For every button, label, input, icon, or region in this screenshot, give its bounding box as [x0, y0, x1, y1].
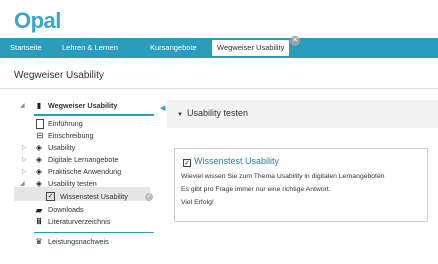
test-card: ✓ Wissenstest Usability Wieviel wissen Si…: [174, 148, 428, 222]
layers-icon: ◈: [35, 179, 43, 188]
layers-icon: ◈: [35, 167, 43, 176]
tree-item-label: Downloads: [48, 205, 84, 214]
page-title: Wegweiser Usability: [14, 70, 104, 81]
checkbox-icon: ✓: [46, 192, 55, 201]
expand-triangle-icon[interactable]: ◢: [20, 100, 25, 112]
tree-item-label: Leistungsnachweis: [48, 237, 109, 246]
content-heading-bar: ▼ Usability testen: [167, 100, 438, 128]
test-description-line: Es gibt pro Frage immer nur eine richtig…: [181, 186, 331, 193]
content-heading-text: Usability testen: [186, 108, 248, 118]
tree-item-label: Digitale Lernangebote: [48, 155, 119, 164]
collapsed-triangle-icon[interactable]: ▷: [22, 142, 27, 154]
opal-logo[interactable]: Opal: [14, 8, 61, 34]
trophy-icon: ♛: [35, 237, 43, 246]
app-header: Opal: [0, 0, 438, 36]
layers-icon: ◈: [35, 155, 43, 164]
tree-item-label: Einführung: [48, 119, 83, 128]
sidebar-divider: [34, 232, 154, 233]
tree-item-label: Usability testen: [48, 179, 97, 188]
nav-item-kursangebote[interactable]: Kursangebote: [150, 38, 197, 58]
sidebar-accent-line: [34, 114, 154, 116]
tree-item-label: Wissenstest Usability: [60, 192, 128, 201]
content-heading: ▼ Usability testen: [177, 108, 248, 118]
collapse-sidebar-icon[interactable]: ◀: [160, 104, 165, 112]
expand-toggle-icon[interactable]: ▼: [177, 112, 183, 118]
collapsed-triangle-icon[interactable]: ▷: [22, 154, 27, 166]
book-icon: ▮: [36, 101, 42, 110]
expand-triangle-icon[interactable]: ◢: [20, 178, 25, 190]
test-title-text[interactable]: Wissenstest Usability: [194, 156, 279, 166]
checkbox-icon: ✓: [183, 159, 191, 167]
collapsed-triangle-icon[interactable]: ▷: [22, 166, 27, 178]
completed-check-icon: ✓: [145, 193, 153, 201]
test-description-line: Wieviel wissen Sie zum Thema Usability i…: [181, 173, 385, 180]
tree-item-label: Einschreibung: [48, 131, 94, 140]
main-navbar: Startseite Lehren & Lernen Kursangebote …: [0, 38, 438, 58]
enroll-icon: ⊟: [36, 131, 44, 140]
tree-root-label: Wegweiser Usability: [48, 101, 118, 110]
tree-item-label: Usability: [48, 143, 76, 152]
layers-icon: ◈: [35, 143, 43, 152]
header-divider: [0, 88, 438, 89]
nav-item-startseite[interactable]: Startseite: [10, 38, 42, 58]
tree-item-label: Praktische Anwendung: [48, 167, 122, 176]
page-icon: [36, 119, 44, 129]
test-description-line: Viel Erfolg!: [181, 199, 214, 206]
folder-icon: ▰: [35, 205, 43, 215]
close-tab-icon[interactable]: ✕: [290, 36, 300, 46]
tree-item-label: Literaturverzeichnis: [48, 217, 111, 226]
test-title-link[interactable]: ✓ Wissenstest Usability: [183, 156, 279, 167]
nav-item-lehren-lernen[interactable]: Lehren & Lernen: [62, 38, 118, 58]
nav-item-wegweiser-usability[interactable]: Wegweiser Usability: [212, 40, 290, 56]
library-icon: ⅲ: [36, 217, 42, 226]
